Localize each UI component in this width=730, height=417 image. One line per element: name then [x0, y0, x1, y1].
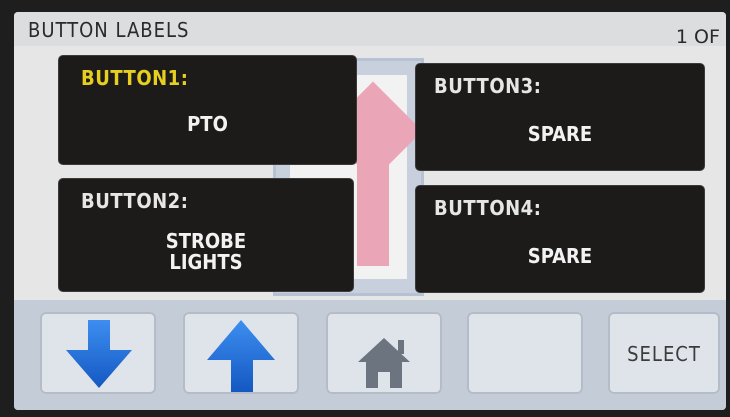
button3-heading: BUTTON3:	[434, 74, 542, 98]
arrow-up-icon	[207, 320, 275, 392]
arrow-down-icon	[66, 320, 132, 388]
background-arrow-stem	[357, 146, 389, 266]
button1-label-tile[interactable]: BUTTON1: PTO	[59, 56, 356, 164]
button2-value-line2: LIGHTS	[169, 250, 243, 274]
button2-value-line1: STROBE	[165, 229, 247, 253]
button1-value: PTO	[187, 112, 228, 136]
title-bar: BUTTON LABELS 1 OF 4	[14, 12, 726, 48]
page-indicator: 1 OF 4	[675, 26, 726, 48]
page-title: BUTTON LABELS	[28, 18, 190, 42]
home-icon	[358, 338, 410, 388]
blank-button[interactable]	[467, 312, 583, 394]
button3-label-tile[interactable]: BUTTON3: SPARE	[416, 64, 704, 170]
content-area: BUTTON1: PTO BUTTON3: SPARE BUTTON2: STR…	[14, 46, 726, 308]
button3-value: SPARE	[527, 122, 593, 146]
button2-label-tile[interactable]: BUTTON2: STROBE LIGHTS	[59, 179, 353, 291]
display-screen: BUTTON LABELS 1 OF 4 BUTTON1: PTO BUTTON…	[14, 12, 726, 410]
scroll-up-button[interactable]	[183, 312, 299, 394]
home-button[interactable]	[326, 312, 442, 394]
bottom-toolbar: SELECT	[14, 300, 726, 410]
button4-value: SPARE	[527, 244, 593, 268]
button4-heading: BUTTON4:	[434, 196, 542, 220]
button1-heading: BUTTON1:	[81, 66, 189, 90]
scroll-down-button[interactable]	[40, 312, 156, 394]
select-label: SELECT	[627, 342, 701, 366]
button2-heading: BUTTON2:	[81, 189, 189, 213]
button4-label-tile[interactable]: BUTTON4: SPARE	[416, 186, 704, 292]
select-button[interactable]: SELECT	[608, 312, 720, 394]
